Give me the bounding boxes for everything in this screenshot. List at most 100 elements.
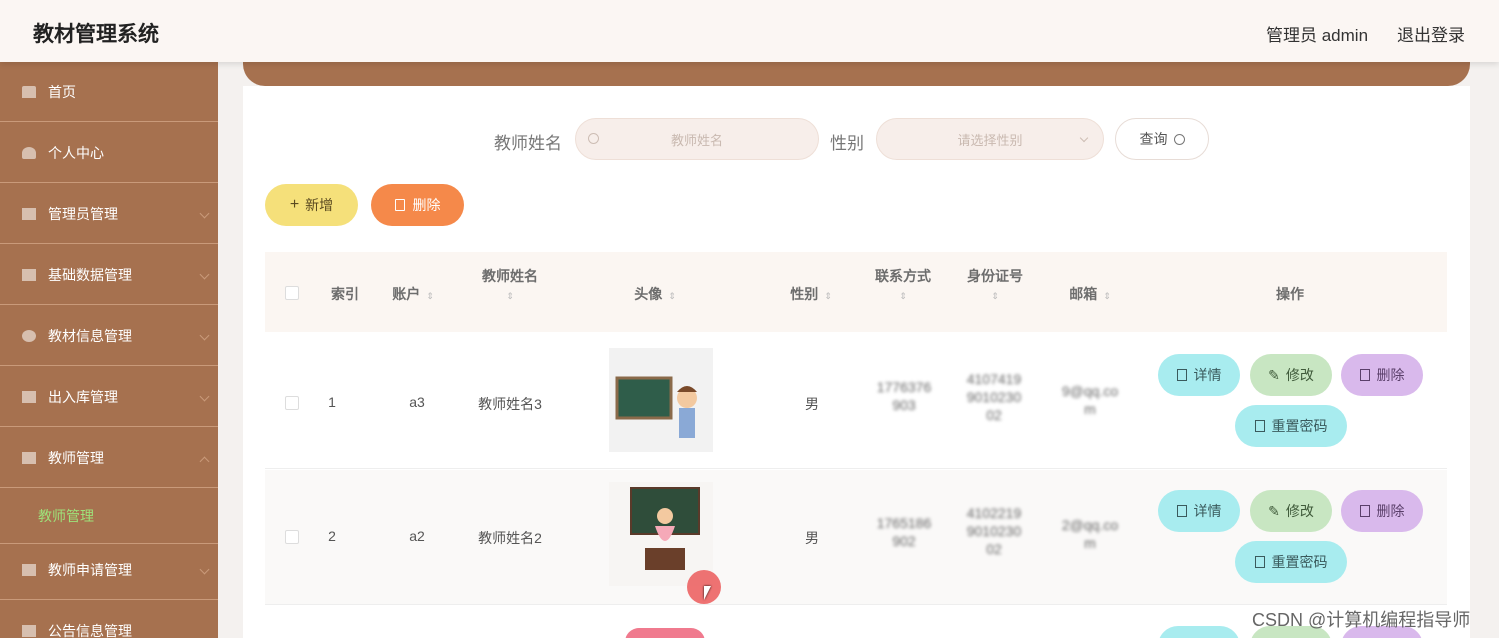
table-row: 2 a2 教师姓名2 男 1765186 902 4102219 9010230 02… [265,470,1447,605]
doc-icon [1254,556,1265,568]
col-avatar-label: 头像 [634,286,663,302]
col-teacher-name-label: 教师姓名 [482,268,538,284]
mouse-cursor-icon [704,586,718,600]
row-checkbox[interactable] [285,396,299,410]
col-gender-label: 性别 [790,286,819,302]
col-gender[interactable]: 性别 ⇕ [771,284,851,304]
chevron-down-icon [199,391,210,402]
row-checkbox[interactable] [285,530,299,544]
reset-label: 重置密码 [1271,418,1328,434]
avatar [609,348,713,452]
cell-index: 1 [328,394,336,410]
query-label: 查询 [1139,131,1168,147]
col-id-number[interactable]: 身份证号 ⇕ [955,266,1035,302]
sidebar-item-admin-manage[interactable]: 管理员管理 [0,184,218,244]
watermark: CSDN @计算机编程指导师 [1252,610,1471,630]
sidebar-item-announcement[interactable]: 公告信息管理 [0,601,218,638]
pencil-icon: ✎ [1268,502,1280,519]
sort-icon: ⇕ [1103,291,1111,301]
col-avatar[interactable]: 头像 ⇕ [615,284,695,304]
detail-button[interactable]: 详情 [1158,490,1240,532]
col-index: 索引 [331,286,359,302]
sort-icon: ⇕ [426,291,434,301]
sidebar-item-basic-data[interactable]: 基础数据管理 [0,245,218,305]
chevron-down-icon [1079,133,1089,143]
logout-link[interactable]: 退出登录 [1397,21,1465,46]
sort-icon: ⇕ [506,291,514,301]
apply-icon [22,563,36,576]
sidebar: 首页 个人中心 管理员管理 基础数据管理 教材信息管理 出入库管理 教师管理 教… [0,62,218,638]
doc-icon [1176,369,1187,381]
chevron-down-icon [199,564,210,575]
search-icon [1173,133,1185,145]
data-icon [22,268,36,281]
trash-icon [394,199,405,211]
reset-password-button[interactable]: 重置密码 [1235,405,1347,447]
sidebar-item-home[interactable]: 首页 [0,62,218,122]
next-row-button-peek [1158,626,1240,638]
cell-id-number-blurred: 4102219 9010230 02 [966,505,1022,557]
sort-icon: ⇕ [824,291,832,301]
trash-icon [1359,369,1370,381]
cell-contact-blurred: 1776376 903 [876,379,932,413]
home-icon [22,85,36,98]
col-account[interactable]: 账户 ⇕ [383,284,443,304]
sidebar-item-stock-io[interactable]: 出入库管理 [0,367,218,427]
teacher-avatar-image [615,376,697,438]
plus-icon: + [289,196,300,213]
cell-account: a2 [409,528,425,544]
delete-label: 删除 [1376,367,1405,383]
col-contact[interactable]: 联系方式 ⇕ [863,266,943,302]
teacher-name-input[interactable]: 教师姓名 [575,118,819,160]
edit-button[interactable]: ✎ 修改 [1250,490,1332,532]
gender-placeholder: 请选择性别 [957,132,1023,148]
cell-gender: 男 [805,530,819,546]
sidebar-item-label: 教师管理 [48,449,104,466]
reset-password-button[interactable]: 重置密码 [1235,541,1347,583]
col-account-label: 账户 [392,286,421,302]
sort-icon: ⇕ [899,291,907,301]
col-teacher-name[interactable]: 教师姓名 ⇕ [470,266,550,302]
sidebar-item-textbook-info[interactable]: 教材信息管理 [0,306,218,366]
sidebar-item-teacher-manage[interactable]: 教师管理 [0,428,218,488]
cell-email-blurred: 2@qq.co m [1061,517,1119,551]
detail-button[interactable]: 详情 [1158,354,1240,396]
sidebar-subitem-teacher-manage[interactable]: 教师管理 [0,489,218,544]
chevron-down-icon [199,330,210,341]
sidebar-item-label: 个人中心 [48,144,104,161]
cell-teacher-name: 教师姓名2 [478,530,542,546]
user-icon [22,146,36,159]
teacher-name-label: 教师姓名 [494,134,562,153]
col-email[interactable]: 邮箱 ⇕ [1050,284,1130,304]
delete-label: 删除 [1376,503,1405,519]
edit-label: 修改 [1285,503,1314,519]
sidebar-item-label: 首页 [48,83,76,100]
detail-label: 详情 [1193,503,1222,519]
select-all-checkbox[interactable] [285,286,299,300]
delete-button[interactable]: 删除 [1341,490,1423,532]
sidebar-item-teacher-apply[interactable]: 教师申请管理 [0,540,218,600]
table-header: 索引 账户 ⇕ 教师姓名 ⇕ 头像 ⇕ 性别 ⇕ 联系方式 ⇕ 身份证号 ⇕ 邮箱 ⇕ 操作 [265,252,1447,332]
next-row-avatar-peek [625,628,705,638]
edit-button[interactable]: ✎ 修改 [1250,354,1332,396]
sidebar-item-label: 管理员管理 [48,205,118,222]
sidebar-item-label: 基础数据管理 [48,266,132,283]
app-title: 教材管理系统 [33,23,159,46]
col-email-label: 邮箱 [1069,286,1098,302]
gender-select[interactable]: 请选择性别 [876,118,1104,160]
batch-delete-button[interactable]: 删除 [371,184,464,226]
top-bar: 教材管理系统 管理员 admin 退出登录 [0,0,1499,62]
sidebar-item-label: 教材信息管理 [48,327,132,344]
search-icon [588,133,599,144]
cell-account: a3 [409,394,425,410]
cell-email-blurred: 9@qq.co m [1061,383,1119,417]
add-button[interactable]: + 新增 [265,184,358,226]
delete-button[interactable]: 删除 [1341,354,1423,396]
admin-icon [22,207,36,220]
sidebar-item-label: 公告信息管理 [48,622,132,638]
add-label: 新增 [305,197,334,213]
table-row: 1 a3 教师姓名3 男 1776376 903 4107419 9010230 02… [265,334,1447,469]
sidebar-item-profile[interactable]: 个人中心 [0,123,218,183]
query-button[interactable]: 查询 [1115,118,1209,160]
sidebar-item-label: 出入库管理 [48,388,118,405]
